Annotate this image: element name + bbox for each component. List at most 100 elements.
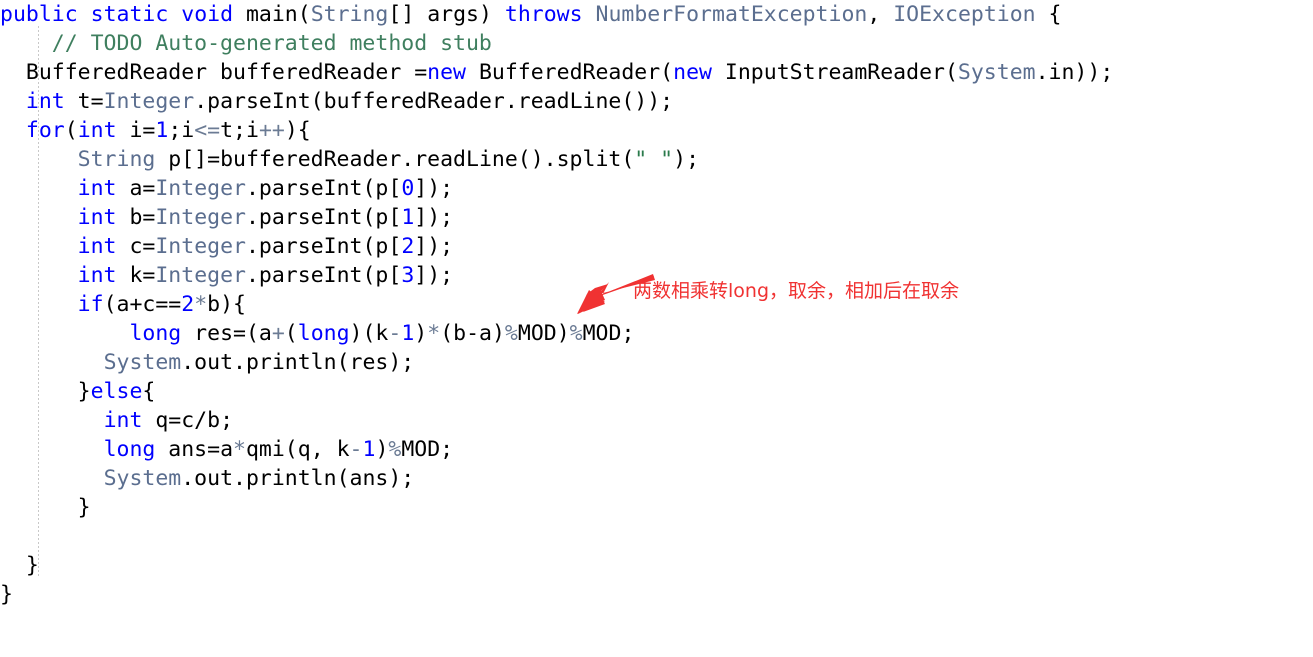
code-token: (b-a) — [440, 321, 505, 346]
code-token: res=(a — [181, 321, 272, 346]
code-token: Integer — [155, 176, 246, 201]
code-token: ( — [284, 321, 298, 346]
code-token: BufferedReader( — [466, 60, 674, 85]
code-token: InputStreamReader( — [711, 60, 958, 85]
code-line[interactable]: // TODO Auto-generated method stub — [0, 29, 1113, 58]
code-token: MOD) — [517, 321, 570, 346]
code-token: + — [271, 321, 285, 346]
code-token: MOD; — [582, 321, 635, 346]
code-line[interactable]: int t=Integer.parseInt(bufferedReader.re… — [0, 87, 1113, 116]
code-token: )(k — [349, 321, 389, 346]
code-token: } — [0, 495, 91, 520]
code-line[interactable]: int q=c/b; — [0, 406, 1113, 435]
code-token: * — [427, 321, 441, 346]
code-line[interactable]: } — [0, 493, 1113, 522]
code-token: .in)); — [1035, 60, 1114, 85]
code-token: System — [103, 350, 182, 375]
code-token: .parseInt(p[ — [245, 234, 402, 259]
code-token: String — [77, 147, 156, 172]
code-line[interactable]: }else{ — [0, 377, 1113, 406]
code-token: 1 — [401, 321, 415, 346]
code-token: ]); — [414, 263, 454, 288]
code-token: - — [349, 437, 363, 462]
code-token: a= — [116, 176, 156, 201]
code-token: ]); — [414, 234, 454, 259]
code-token: ) — [414, 321, 428, 346]
code-line[interactable]: System.out.println(ans); — [0, 464, 1113, 493]
code-token: % — [388, 437, 402, 462]
code-editor-canvas[interactable]: public static void main(String[] args) t… — [0, 0, 1313, 657]
code-token: Integer — [103, 89, 195, 114]
code-line[interactable] — [0, 522, 1113, 551]
code-token: " " — [634, 147, 674, 172]
code-line[interactable]: long res=(a+(long)(k-1)*(b-a)%MOD)%MOD; — [0, 319, 1113, 348]
code-token: [] args) — [388, 2, 505, 27]
code-line[interactable]: String p[]=bufferedReader.readLine().spl… — [0, 145, 1113, 174]
code-token: void — [181, 2, 234, 27]
code-token: new — [673, 60, 712, 85]
code-line[interactable]: int c=Integer.parseInt(p[2]); — [0, 232, 1113, 261]
code-token: } — [0, 553, 39, 578]
code-token: % — [504, 321, 518, 346]
code-token: int — [77, 234, 117, 259]
code-token: 2 — [181, 292, 195, 317]
code-token: int — [77, 263, 117, 288]
code-token: 2 — [401, 234, 415, 259]
code-token: .out.println(ans); — [181, 466, 415, 491]
code-token: ]); — [414, 176, 454, 201]
code-token: i= — [116, 118, 156, 143]
code-token: , — [867, 2, 894, 27]
code-token: String — [310, 2, 389, 27]
code-token: int — [77, 205, 117, 230]
code-token: qmi(q, k — [245, 437, 350, 462]
code-token: int — [103, 408, 143, 433]
code-line[interactable]: System.out.println(res); — [0, 348, 1113, 377]
code-token: for — [25, 118, 65, 143]
code-line[interactable]: public static void main(String[] args) t… — [0, 0, 1113, 29]
code-token: q=c/b; — [142, 408, 234, 433]
code-token: ans=a — [155, 437, 234, 462]
code-line[interactable]: int b=Integer.parseInt(p[1]); — [0, 203, 1113, 232]
code-token: main( — [233, 2, 311, 27]
code-token: t;i — [220, 118, 259, 143]
code-token: - — [388, 321, 402, 346]
code-token: 1 — [401, 205, 415, 230]
code-token: 1 — [155, 118, 169, 143]
code-token: IOException — [893, 2, 1036, 27]
code-line[interactable]: } — [0, 551, 1113, 580]
code-token: p[]=bufferedReader.readLine().split( — [155, 147, 635, 172]
code-line[interactable]: BufferedReader bufferedReader =new Buffe… — [0, 58, 1113, 87]
code-line[interactable]: int a=Integer.parseInt(p[0]); — [0, 174, 1113, 203]
code-content[interactable]: public static void main(String[] args) t… — [0, 0, 1113, 609]
code-line[interactable]: for(int i=1;i<=t;i++){ — [0, 116, 1113, 145]
code-token: } — [0, 379, 91, 404]
code-line[interactable]: long ans=a*qmi(q, k-1)%MOD; — [0, 435, 1113, 464]
code-token: NumberFormatException — [595, 2, 868, 27]
code-token: if — [77, 292, 104, 317]
code-token: .parseInt(bufferedReader.readLine()); — [194, 89, 674, 114]
code-token: .parseInt(p[ — [245, 176, 402, 201]
code-token: Integer — [155, 234, 246, 259]
red-annotation-text: 两数相乘转long，取余，相加后在取余 — [633, 280, 960, 302]
code-token: ){ — [284, 118, 311, 143]
code-token: } — [0, 582, 13, 607]
code-token: ) — [375, 437, 389, 462]
code-token: % — [569, 321, 583, 346]
code-token: t= — [64, 89, 104, 114]
code-token: int — [77, 176, 117, 201]
code-token: { — [1035, 2, 1062, 27]
code-token: ( — [64, 118, 78, 143]
code-token: long — [129, 321, 182, 346]
code-line[interactable]: } — [0, 580, 1113, 609]
